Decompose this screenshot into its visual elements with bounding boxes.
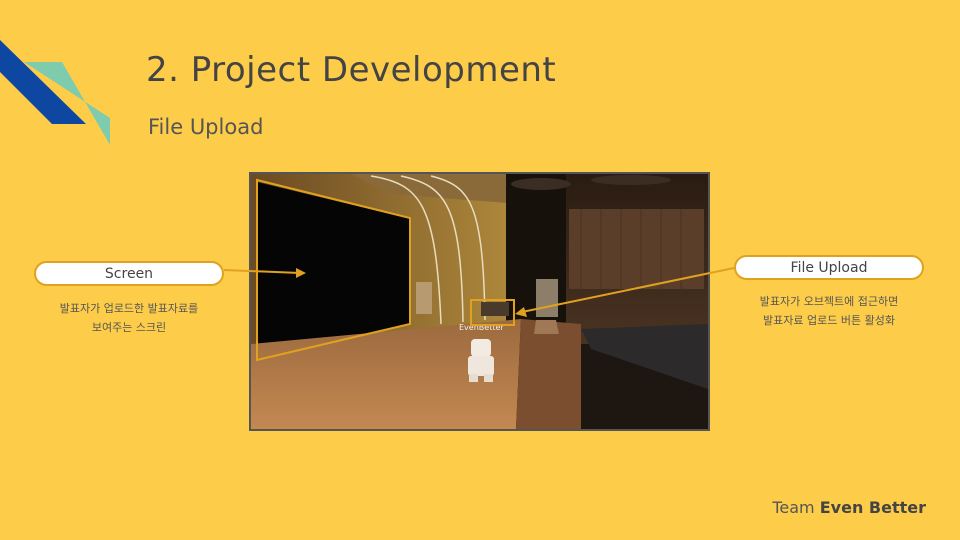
footer-team-name: Even Better (819, 498, 926, 517)
screen-desc-line2: 보여주는 스크린 (91, 321, 167, 334)
avatar-nametag: EvenBetter (459, 323, 504, 332)
upload-callout-description: 발표자가 오브젝트에 접근하면 발표자료 업로드 버튼 활성화 (729, 292, 929, 330)
slide-subtitle: File Upload (148, 115, 264, 139)
screen-desc-line1: 발표자가 업로드한 발표자료를 (59, 302, 199, 315)
corner-decoration (0, 40, 110, 145)
slide-title: 2. Project Development (146, 50, 557, 90)
footer-team: Team Even Better (772, 498, 926, 517)
upload-callout-label: File Upload (734, 255, 924, 280)
footer-team-prefix: Team (772, 498, 815, 517)
upload-desc-line2: 발표자료 업로드 버튼 활성화 (763, 314, 895, 327)
screen-callout-description: 발표자가 업로드한 발표자료를 보여주는 스크린 (29, 299, 229, 337)
screen-callout-label: Screen (34, 261, 224, 286)
upload-desc-line1: 발표자가 오브젝트에 접근하면 (759, 295, 899, 308)
scene-illustration: EvenBetter (251, 174, 708, 429)
slide: 2. Project Development File Upload EvenB… (0, 0, 960, 540)
scene-screenshot: EvenBetter (249, 172, 710, 431)
